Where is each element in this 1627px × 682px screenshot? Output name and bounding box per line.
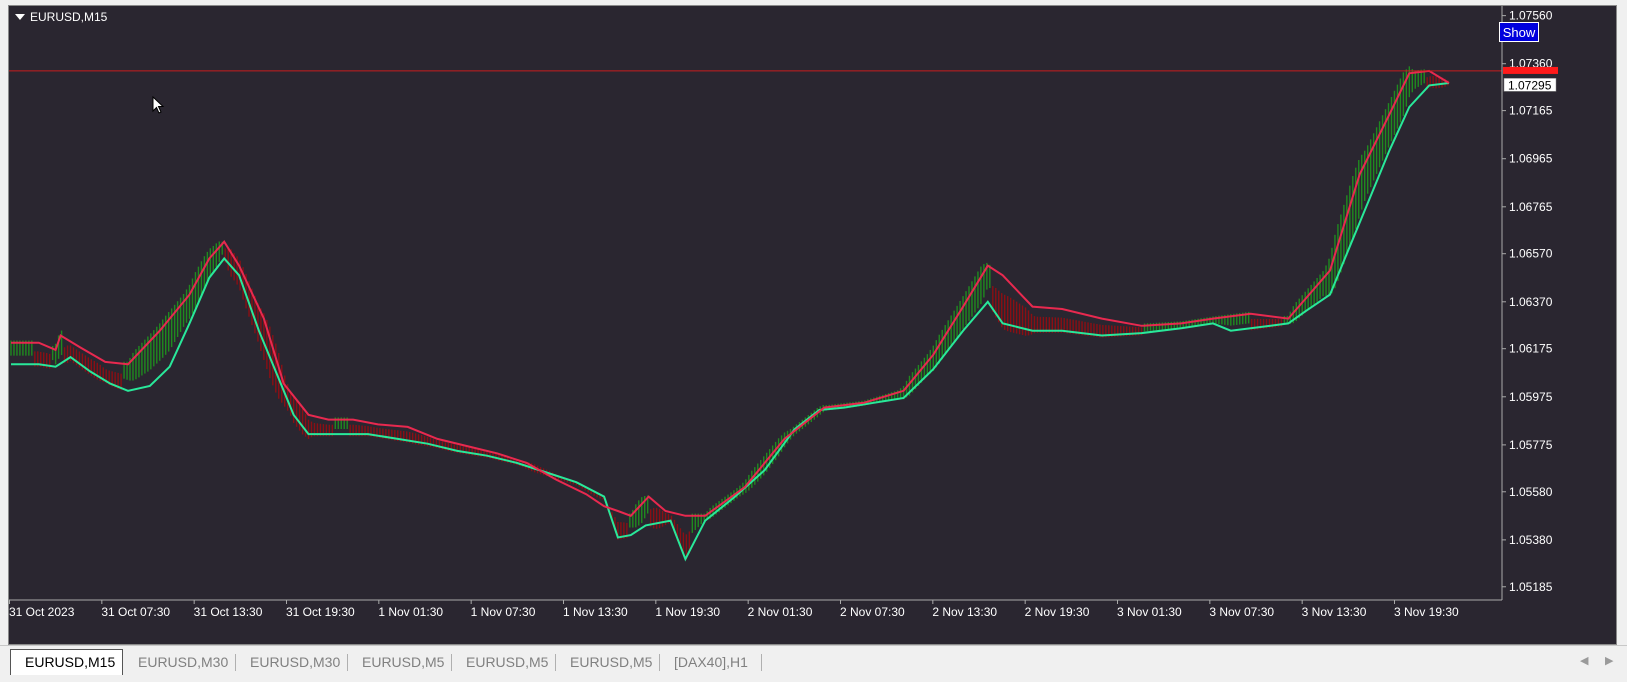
tab-eurusd-m30-2[interactable]: EURUSD,M30 <box>236 650 346 674</box>
price-tick-label: 1.06175 <box>1509 342 1553 356</box>
price-tick-label: 1.06570 <box>1509 247 1553 261</box>
time-tick-label: 2 Nov 07:30 <box>840 605 905 619</box>
price-tick-label: 1.05775 <box>1509 438 1553 452</box>
tab-eurusd-m5-1[interactable]: EURUSD,M5 <box>348 650 451 674</box>
show-button[interactable]: Show <box>1499 22 1539 42</box>
symbol-label-text: EURUSD,M15 <box>30 10 108 24</box>
symbol-label[interactable]: EURUSD,M15 <box>15 10 107 24</box>
candles-layer <box>10 66 1449 560</box>
time-tick-label: 3 Nov 07:30 <box>1209 605 1274 619</box>
tab-eurusd-m5-2[interactable]: EURUSD,M5 <box>452 650 555 674</box>
time-tick-label: 31 Oct 2023 <box>9 605 75 619</box>
tab-eurusd-m5-3[interactable]: EURUSD,M5 <box>556 650 659 674</box>
current-price-label: 1.07295 <box>1508 78 1552 92</box>
time-tick-label: 3 Nov 19:30 <box>1394 605 1459 619</box>
price-tick-label: 1.07165 <box>1509 104 1553 118</box>
price-tick-label: 1.05580 <box>1509 485 1553 499</box>
time-tick-label: 2 Nov 19:30 <box>1025 605 1090 619</box>
tab-scroll-right-icon[interactable]: ▶ <box>1605 654 1613 667</box>
time-tick-label: 31 Oct 07:30 <box>101 605 170 619</box>
tab-separator <box>761 654 762 671</box>
price-tick-label: 1.05380 <box>1509 533 1553 547</box>
price-tick-label: 1.06370 <box>1509 295 1553 309</box>
price-tick-label: 1.05975 <box>1509 390 1553 404</box>
price-tick-label: 1.06765 <box>1509 200 1553 214</box>
time-tick-label: 1 Nov 13:30 <box>563 605 628 619</box>
time-tick-label: 1 Nov 07:30 <box>471 605 536 619</box>
price-tick-label: 1.05185 <box>1509 580 1553 594</box>
chart-tab-bar: EURUSD,M15 EURUSD,M30 EURUSD,M30 EURUSD,… <box>0 645 1627 682</box>
time-tick-label: 31 Oct 19:30 <box>286 605 355 619</box>
tab-dax40-h1[interactable]: [DAX40],H1 <box>660 650 760 674</box>
tab-scroll-left-icon[interactable]: ◀ <box>1580 654 1588 667</box>
price-chart[interactable]: 1.075601.073601.071651.069651.067651.065… <box>9 6 1616 644</box>
time-tick-label: 31 Oct 13:30 <box>194 605 263 619</box>
upper-band-line <box>11 69 1450 517</box>
price-tick-label: 1.07560 <box>1509 9 1553 23</box>
time-tick-label: 2 Nov 13:30 <box>932 605 997 619</box>
tab-eurusd-m30-1[interactable]: EURUSD,M30 <box>124 650 234 674</box>
tab-eurusd-m15[interactable]: EURUSD,M15 <box>10 649 123 675</box>
mouse-cursor-icon <box>152 96 165 114</box>
price-tick-label: 1.06965 <box>1509 152 1553 166</box>
price-line-tag <box>1503 66 1558 74</box>
chart-window[interactable]: 1.07560 1.07360 1.07165 1.06965 1.06765 1.065… <box>8 5 1617 645</box>
time-tick-label: 1 Nov 19:30 <box>655 605 720 619</box>
time-tick-label: 2 Nov 01:30 <box>748 605 813 619</box>
collapse-triangle-icon[interactable] <box>15 14 25 20</box>
time-tick-label: 3 Nov 13:30 <box>1302 605 1367 619</box>
time-tick-label: 1 Nov 01:30 <box>378 605 443 619</box>
price-axis: 1.075601.073601.071651.069651.067651.065… <box>1502 9 1558 594</box>
time-axis: 31 Oct 2023 31 Oct 07:30 31 Oct 13:30 31 Oc… <box>9 600 1459 619</box>
time-tick-label: 3 Nov 01:30 <box>1117 605 1182 619</box>
